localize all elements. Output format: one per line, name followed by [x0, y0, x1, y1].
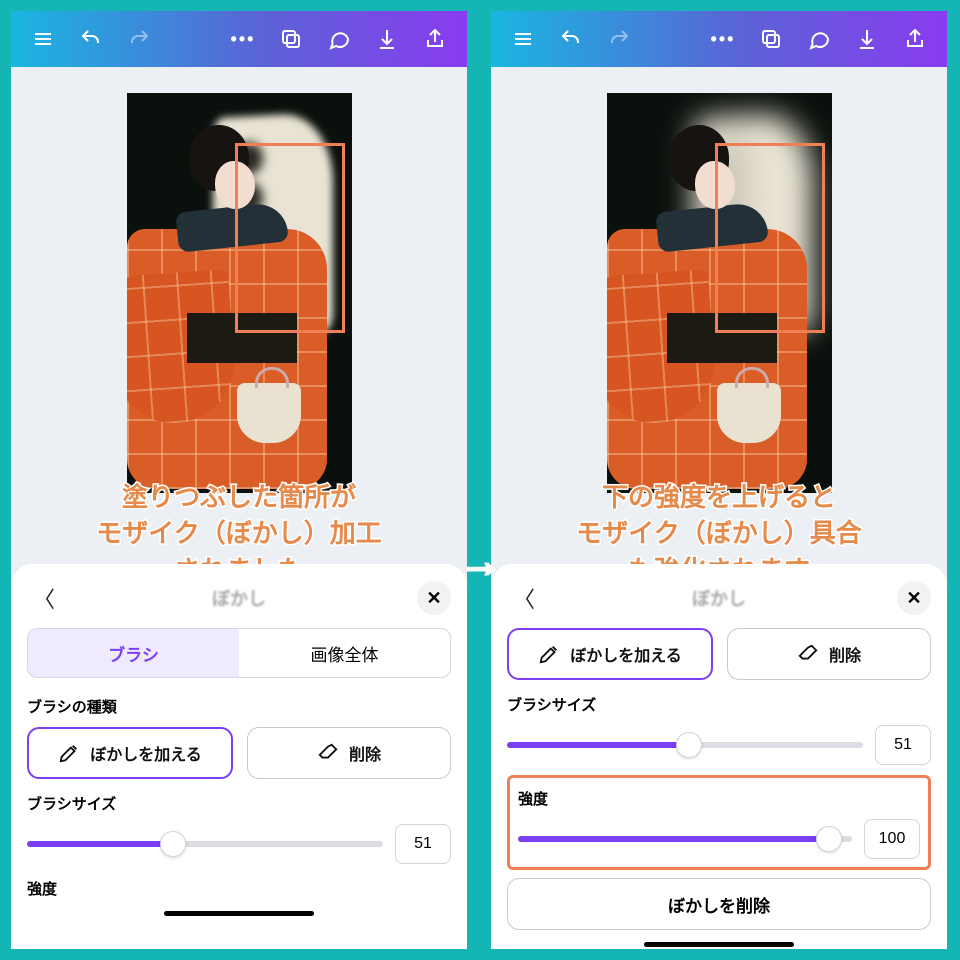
canvas-area[interactable]: [11, 67, 467, 567]
add-blur-button[interactable]: ぼかしを加える: [507, 628, 713, 680]
sheet-title: ぼかし: [692, 585, 746, 611]
bottom-sheet: 〈 ぼかし ✕ ぼかしを加える 削除 ブラシサイズ: [491, 564, 947, 949]
blur-region-highlight: [715, 143, 825, 333]
brush-icon: [538, 643, 560, 665]
tab-brush[interactable]: ブラシ: [28, 629, 239, 677]
more-icon[interactable]: [221, 17, 265, 61]
comment-icon[interactable]: [317, 17, 361, 61]
brush-size-label: ブラシサイズ: [507, 694, 931, 715]
toolbar: [491, 11, 947, 67]
intensity-value[interactable]: 100: [864, 819, 920, 859]
erase-button[interactable]: 削除: [727, 628, 931, 680]
home-indicator: [164, 911, 314, 916]
toolbar: [11, 11, 467, 67]
canvas-area[interactable]: [491, 67, 947, 567]
add-blur-label: ぼかしを加える: [570, 642, 682, 666]
slider-fill: [518, 836, 829, 842]
eraser-icon: [797, 643, 819, 665]
arrow-icon: →: [460, 538, 502, 586]
eraser-icon: [317, 742, 339, 764]
mode-segmented[interactable]: ブラシ 画像全体: [27, 628, 451, 678]
home-indicator: [644, 942, 794, 947]
brush-size-value[interactable]: 51: [395, 824, 451, 864]
brush-size-slider[interactable]: [507, 742, 863, 748]
intensity-slider[interactable]: [518, 836, 852, 842]
menu-icon[interactable]: [501, 17, 545, 61]
back-button[interactable]: 〈: [27, 582, 61, 614]
comment-icon[interactable]: [797, 17, 841, 61]
photo[interactable]: [127, 93, 352, 493]
bottom-sheet: 〈 ぼかし ✕ ブラシ 画像全体 ブラシの種類 ぼかしを加える 削除 ブラシサイ: [11, 564, 467, 949]
phone-left: 塗りつぶした箇所が モザイク（ぼかし）加工 されました 〈 ぼかし ✕ ブラシ …: [8, 8, 470, 952]
brush-size-slider[interactable]: [27, 841, 383, 847]
remove-blur-label: ぼかしを削除: [668, 892, 770, 917]
share-icon[interactable]: [893, 17, 937, 61]
brush-type-label: ブラシの種類: [27, 696, 451, 717]
intensity-label: 強度: [518, 788, 920, 809]
close-button[interactable]: ✕: [417, 581, 451, 615]
brush-size-value[interactable]: 51: [875, 725, 931, 765]
slider-fill: [27, 841, 173, 847]
brush-icon: [58, 742, 80, 764]
blur-region-highlight: [235, 143, 345, 333]
more-icon[interactable]: [701, 17, 745, 61]
erase-label: 削除: [349, 741, 381, 765]
remove-blur-button[interactable]: ぼかしを削除: [507, 878, 931, 930]
share-icon[interactable]: [413, 17, 457, 61]
download-icon[interactable]: [365, 17, 409, 61]
add-blur-label: ぼかしを加える: [90, 741, 202, 765]
redo-icon[interactable]: [117, 17, 161, 61]
erase-button[interactable]: 削除: [247, 727, 451, 779]
slider-knob[interactable]: [676, 732, 702, 758]
undo-icon[interactable]: [549, 17, 593, 61]
slider-knob[interactable]: [816, 826, 842, 852]
slider-fill: [507, 742, 689, 748]
erase-label: 削除: [829, 642, 861, 666]
intensity-highlight-frame: 強度 100: [507, 775, 931, 870]
copy-icon[interactable]: [269, 17, 313, 61]
close-button[interactable]: ✕: [897, 581, 931, 615]
photo[interactable]: [607, 93, 832, 493]
back-button[interactable]: 〈: [507, 582, 541, 614]
sheet-title: ぼかし: [212, 585, 266, 611]
phone-right: 下の強度を上げると モザイク（ぼかし）具合 も強化されます 〈 ぼかし ✕ ぼか…: [488, 8, 950, 952]
add-blur-button[interactable]: ぼかしを加える: [27, 727, 233, 779]
copy-icon[interactable]: [749, 17, 793, 61]
undo-icon[interactable]: [69, 17, 113, 61]
tab-whole-image[interactable]: 画像全体: [239, 629, 450, 677]
intensity-label: 強度: [27, 878, 451, 899]
download-icon[interactable]: [845, 17, 889, 61]
brush-size-label: ブラシサイズ: [27, 793, 451, 814]
menu-icon[interactable]: [21, 17, 65, 61]
slider-knob[interactable]: [160, 831, 186, 857]
redo-icon[interactable]: [597, 17, 641, 61]
